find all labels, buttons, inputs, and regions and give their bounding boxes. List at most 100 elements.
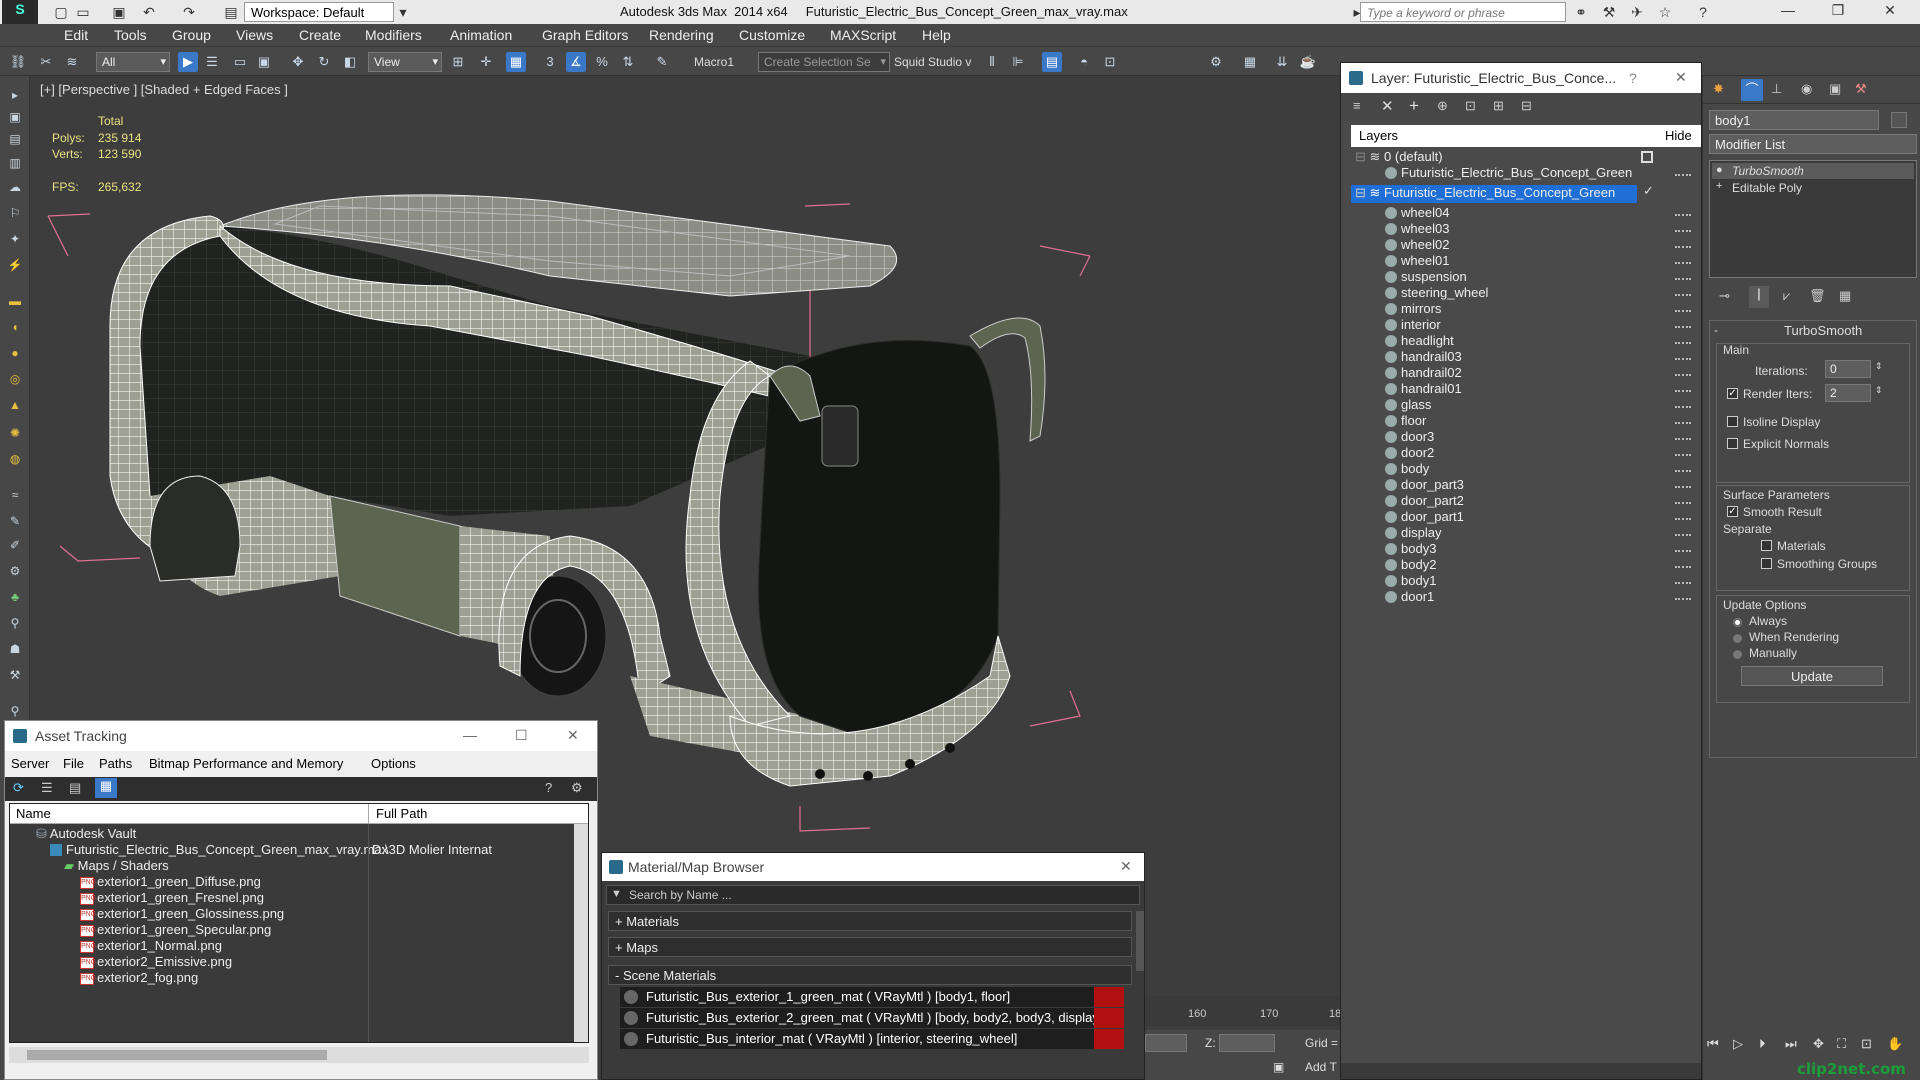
hide-toggle[interactable]: [1675, 454, 1691, 456]
asset-menu-bitmap[interactable]: Bitmap Performance and Memory: [149, 756, 343, 771]
asset-grid-icon[interactable]: ▦: [95, 778, 117, 798]
make-unique-icon[interactable]: ⩗: [1783, 288, 1790, 304]
layers-col-header[interactable]: Layers: [1359, 128, 1398, 143]
render-iters-spinner[interactable]: 2: [1825, 384, 1871, 402]
menu-maxscript[interactable]: MAXScript: [830, 27, 896, 43]
hide-toggle[interactable]: [1675, 534, 1691, 536]
strip-tool-7-icon[interactable]: ✦: [6, 232, 24, 248]
create-panel-icon[interactable]: ▸: [6, 88, 24, 104]
reference-coordinate-dropdown[interactable]: View: [368, 52, 442, 72]
hide-toggle[interactable]: [1675, 486, 1691, 488]
keyboard-shortcut-override-icon[interactable]: ▦: [506, 52, 526, 72]
modifier-list-dropdown[interactable]: Modifier List: [1709, 134, 1917, 154]
layer-tool-1-icon[interactable]: ≡: [1353, 98, 1361, 113]
always-radio[interactable]: [1733, 618, 1742, 627]
material-search-input[interactable]: ▼ Search by Name ...: [606, 885, 1140, 905]
restore-window-icon[interactable]: ❐: [1818, 2, 1858, 22]
box-primitive-icon[interactable]: ▬: [6, 294, 24, 310]
menu-views[interactable]: Views: [236, 27, 273, 43]
modifier-bulb-icon[interactable]: ●: [1716, 164, 1723, 176]
menu-graph-editors[interactable]: Graph Editors: [542, 27, 628, 43]
hide-toggle[interactable]: [1675, 390, 1691, 392]
select-by-name-icon[interactable]: ☰: [202, 52, 222, 72]
go-to-end-icon[interactable]: ⏭: [1785, 1036, 1797, 1052]
isoline-display-checkbox[interactable]: [1727, 416, 1738, 427]
asset-menu-server[interactable]: Server: [11, 756, 49, 771]
hide-toggle[interactable]: [1675, 502, 1691, 504]
menu-tools[interactable]: Tools: [114, 27, 147, 43]
layer-default-child[interactable]: Futuristic_Electric_Bus_Concept_Green: [1385, 165, 1701, 184]
material-row[interactable]: Futuristic_Bus_exterior_1_green_mat ( VR…: [620, 987, 1124, 1007]
hide-toggle[interactable]: [1675, 326, 1691, 328]
strip-tool-6-icon[interactable]: ⚐: [6, 206, 24, 222]
search-options-arrow-icon[interactable]: ▼: [611, 888, 622, 900]
hide-toggle[interactable]: [1675, 294, 1691, 296]
redo-icon[interactable]: ↷: [180, 3, 198, 21]
hide-toggle[interactable]: [1675, 422, 1691, 424]
modify-tab-icon[interactable]: ⌒: [1741, 79, 1763, 101]
material-browser-scrollbar[interactable]: [1136, 911, 1144, 971]
squid-studio-button[interactable]: Squid Studio v: [894, 55, 971, 69]
asset-maximize-icon[interactable]: ☐: [515, 727, 528, 744]
menu-group[interactable]: Group: [172, 27, 211, 43]
scene-materials-section[interactable]: - Scene Materials: [608, 965, 1132, 985]
hide-toggle[interactable]: [1675, 438, 1691, 440]
project-folder-icon[interactable]: ▤: [222, 3, 240, 21]
separate-materials-checkbox[interactable]: [1761, 540, 1772, 551]
asset-menu-options[interactable]: Options: [371, 756, 416, 771]
help-icon[interactable]: ?: [1694, 3, 1712, 21]
help-search-input[interactable]: Type a keyword or phrase: [1360, 2, 1566, 22]
menu-edit[interactable]: Edit: [64, 27, 88, 43]
strip-tool-17-icon[interactable]: ✐: [6, 538, 24, 554]
torus-primitive-icon[interactable]: ◎: [6, 372, 24, 388]
asset-close-icon[interactable]: ✕: [567, 727, 579, 744]
strip-tool-3-icon[interactable]: ▤: [6, 132, 24, 148]
x-coordinate-field[interactable]: [1145, 1034, 1187, 1052]
strip-tool-18-icon[interactable]: ⚙: [6, 564, 24, 580]
strip-tool-20-icon[interactable]: ⚲: [6, 616, 24, 632]
menu-animation[interactable]: Animation: [450, 27, 512, 43]
hide-col-header[interactable]: Hide: [1665, 128, 1692, 143]
rollout-collapse-icon[interactable]: -: [1714, 323, 1718, 337]
asset-tracking-titlebar[interactable]: Asset Tracking — ☐ ✕: [5, 721, 597, 751]
asset-menu-paths[interactable]: Paths: [99, 756, 132, 771]
hide-toggle[interactable]: [1675, 518, 1691, 520]
scale-icon[interactable]: ◧: [340, 52, 360, 72]
maps-section[interactable]: + Maps: [608, 937, 1132, 957]
timeline[interactable]: 160 170 18: [1145, 996, 1341, 1026]
asset-vertical-scrollbar[interactable]: [574, 824, 588, 1042]
layer-close-icon[interactable]: ✕: [1675, 69, 1687, 86]
play-icon[interactable]: ▷: [1733, 1036, 1743, 1052]
menu-modifiers[interactable]: Modifiers: [365, 27, 422, 43]
render-iters-checkbox[interactable]: ✓: [1727, 388, 1738, 399]
workspace-arrow-icon[interactable]: ▾: [394, 3, 412, 21]
separate-smoothing-groups-checkbox[interactable]: [1761, 558, 1772, 569]
render-iters-spinner-arrows-icon[interactable]: ⇕: [1875, 385, 1883, 396]
teapot-primitive-icon[interactable]: ◍: [6, 452, 24, 468]
geosphere-primitive-icon[interactable]: ✺: [6, 426, 24, 442]
hide-toggle[interactable]: [1675, 174, 1691, 176]
configure-sets-icon[interactable]: ▦: [1839, 288, 1851, 304]
hide-toggle[interactable]: [1675, 214, 1691, 216]
modifier-turbosmooth[interactable]: ● TurboSmooth: [1712, 163, 1914, 179]
strip-tool-2-icon[interactable]: ▣: [6, 110, 24, 126]
new-file-icon[interactable]: ▢: [52, 3, 70, 21]
cone-primitive-icon[interactable]: ▲: [6, 398, 24, 414]
favorites-star-icon[interactable]: ☆: [1656, 3, 1674, 21]
next-frame-icon[interactable]: ⏵: [1759, 1036, 1766, 1052]
create-tab-icon[interactable]: ✸: [1713, 81, 1724, 97]
turbosmooth-rollout-title[interactable]: TurboSmooth: [1784, 323, 1862, 338]
render-iterative-icon[interactable]: ☕: [1298, 52, 1318, 72]
hide-toggle[interactable]: [1675, 582, 1691, 584]
iterations-spinner-arrows-icon[interactable]: ⇕: [1875, 361, 1883, 372]
percent-snap-icon[interactable]: %: [592, 52, 612, 72]
unlink-icon[interactable]: ✂: [36, 52, 56, 72]
angle-snap-icon[interactable]: ∡: [566, 52, 586, 72]
select-object-icon[interactable]: ▶: [178, 52, 198, 72]
layer-selected[interactable]: ⊟ ≋ Futuristic_Electric_Bus_Concept_Gree…: [1355, 185, 1615, 204]
menu-rendering[interactable]: Rendering: [649, 27, 714, 43]
open-file-icon[interactable]: ▭: [74, 3, 92, 21]
layer-object-door1[interactable]: door1: [1385, 589, 1701, 608]
highlight-layer-icon[interactable]: ⊞: [1493, 98, 1504, 114]
select-in-layer-icon[interactable]: ⊡: [1465, 98, 1476, 114]
